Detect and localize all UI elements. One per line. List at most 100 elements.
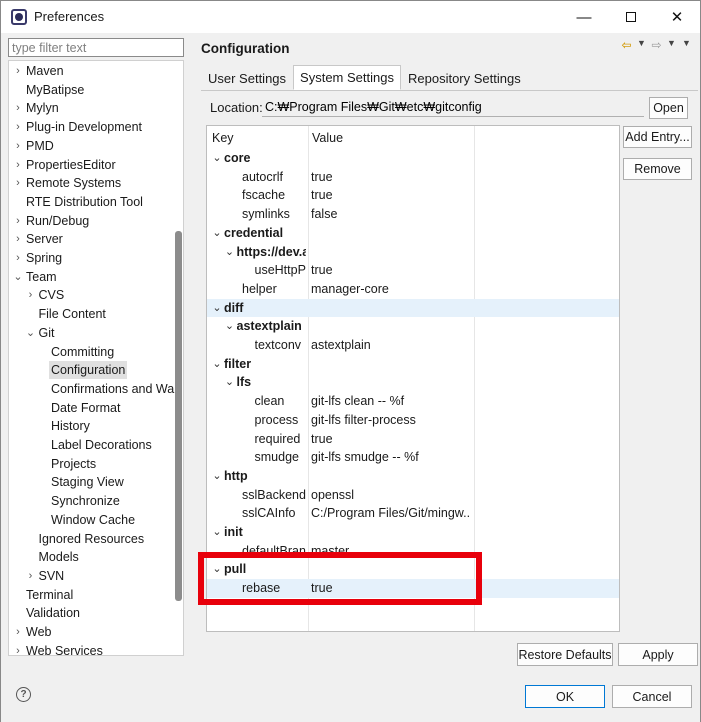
tree-item-label: History [51,419,90,434]
chevron-right-icon[interactable]: › [13,249,23,267]
tree-item-label: Staging View [51,475,124,490]
column-header-value[interactable]: Value [312,131,343,145]
filter-input[interactable] [8,38,184,57]
config-entry-row[interactable]: helper manager-core [207,280,619,299]
tree-item-label: Run/Debug [26,213,90,228]
expand-chevron-icon[interactable]: ⌄ [225,375,235,388]
config-section-row[interactable]: ⌄ pull [207,560,619,579]
remove-button[interactable]: Remove [623,158,692,180]
config-section-row[interactable]: ⌄ astextplain [207,317,619,336]
chevron-right-icon[interactable]: › [13,137,23,155]
chevron-right-icon[interactable]: › [13,230,23,248]
preferences-window: Preferences — ✕ ›MavenMyBatipse›Mylyn›Pl… [0,0,701,722]
expand-chevron-icon[interactable]: ⌄ [212,151,222,164]
location-field[interactable] [262,98,644,117]
tree-item-label: Git [38,325,55,340]
config-value: true [311,169,333,184]
config-key: pull [224,562,247,577]
column-header-key[interactable]: Key [212,131,234,145]
config-value: true [311,263,333,278]
chevron-down-icon[interactable]: ⌄ [26,324,36,342]
restore-defaults-button[interactable]: Restore Defaults [517,643,613,666]
config-section-row[interactable]: ⌄ diff [207,298,619,318]
forward-dropdown-icon[interactable]: ▼ [666,38,677,52]
expand-chevron-icon[interactable]: ⌄ [212,525,222,538]
tree-item-label: Label Decorations [51,438,152,452]
settings-tab[interactable]: System Settings [293,65,401,90]
chevron-right-icon[interactable]: › [26,567,36,585]
config-entry-row[interactable]: clean git-lfs clean -- %f [207,392,619,411]
config-section-row[interactable]: ⌄ https://dev.a [207,243,619,262]
expand-chevron-icon[interactable]: ⌄ [212,562,222,575]
chevron-right-icon[interactable]: › [13,156,23,174]
ok-button[interactable]: OK [525,685,605,708]
open-button[interactable]: Open [649,97,688,119]
config-entry-row[interactable]: process git-lfs filter-process [207,411,619,430]
config-section-row[interactable]: ⌄ filter [207,355,619,374]
config-value: git-lfs filter-process [311,412,416,427]
expand-chevron-icon[interactable]: ⌄ [225,245,235,258]
apply-button[interactable]: Apply [618,643,698,666]
forward-arrow-icon[interactable]: ⇨ [651,38,662,52]
config-entry-row[interactable]: required true [207,430,619,449]
config-entry-row[interactable]: textconv astextplain [207,336,619,355]
config-key: filter [224,356,252,371]
close-button[interactable]: ✕ [654,1,700,33]
chevron-right-icon[interactable]: › [13,623,23,641]
tree-item-label: Validation [26,606,80,621]
config-key: sslCAInfo [242,506,296,521]
cancel-button[interactable]: Cancel [612,685,692,708]
maximize-button[interactable] [608,1,654,33]
config-entry-row[interactable]: smudge git-lfs smudge -- %f [207,448,619,467]
tree-item-label: Date Format [51,400,121,415]
expand-chevron-icon[interactable]: ⌄ [212,301,222,314]
back-arrow-icon[interactable]: ⇦ [621,38,632,52]
config-value: true [311,188,333,203]
config-key: astextplain [236,319,302,334]
config-entry-row[interactable]: sslBackend openssl [207,486,619,505]
config-entry-row[interactable]: rebase true [207,579,619,598]
tree-item-label: Confirmations and Wa [51,381,175,396]
config-entry-row[interactable]: fscache true [207,186,619,205]
config-key: lfs [236,375,252,390]
config-section-row[interactable]: ⌄ lfs [207,373,619,392]
tree-vertical-scrollbar[interactable] [175,231,182,601]
chevron-right-icon[interactable]: › [13,118,23,136]
tree-item-label: Web Services [26,643,103,656]
config-value: C:/Program Files/Git/mingw... [311,506,471,521]
config-key: useHttpPat [254,263,307,278]
config-key: init [224,525,243,539]
config-section-row[interactable]: ⌄ http [207,467,619,486]
tree-item-label: Maven [26,64,64,78]
config-section-row[interactable]: ⌄ core [207,149,619,168]
config-entry-row[interactable]: autocrlf true [207,168,619,187]
tree-item-label: Window Cache [51,512,136,527]
config-entry-row[interactable]: sslCAInfo C:/Program Files/Git/mingw... [207,504,619,523]
chevron-right-icon[interactable]: › [13,174,23,192]
expand-chevron-icon[interactable]: ⌄ [212,469,222,482]
expand-chevron-icon[interactable]: ⌄ [212,226,222,239]
settings-tab[interactable]: Repository Settings [401,66,528,89]
config-key: defaultBranch [242,543,306,558]
expand-chevron-icon[interactable]: ⌄ [212,357,222,370]
expand-chevron-icon[interactable]: ⌄ [225,319,235,332]
config-entry-row[interactable]: defaultBranch master [207,542,619,561]
tree-item-label: Committing [51,344,115,359]
config-entry-row[interactable]: symlinks false [207,205,619,224]
chevron-down-icon[interactable]: ⌄ [13,268,23,286]
add-entry-button[interactable]: Add Entry... [623,126,692,148]
settings-tab[interactable]: User Settings [201,66,293,89]
chevron-right-icon[interactable]: › [13,99,23,117]
config-entry-row[interactable]: useHttpPat true [207,261,619,280]
config-key: process [254,412,299,427]
chevron-right-icon[interactable]: › [13,212,23,230]
back-dropdown-icon[interactable]: ▼ [636,38,647,52]
chevron-right-icon[interactable]: › [26,286,36,304]
chevron-right-icon[interactable]: › [13,642,23,655]
help-icon[interactable]: ? [16,687,31,702]
minimize-button[interactable]: — [561,1,607,33]
config-section-row[interactable]: ⌄ credential [207,224,619,243]
config-section-row[interactable]: ⌄ init [207,523,619,542]
view-menu-icon[interactable]: ▼ [681,38,692,52]
chevron-right-icon[interactable]: › [13,62,23,80]
